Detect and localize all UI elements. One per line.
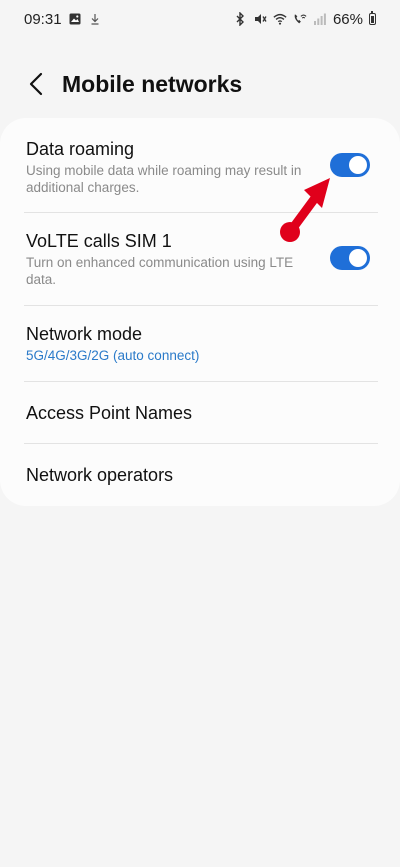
signal-icon [313,12,327,26]
apn-title: Access Point Names [26,403,193,423]
gallery-icon [68,12,82,26]
divider [24,443,378,444]
battery-percent: 66% [332,10,363,28]
divider [24,381,378,382]
data-roaming-subtitle: Using mobile data while roaming may resu… [26,163,302,195]
wifi-icon [273,12,287,26]
network-operators-row[interactable]: Network operators [0,464,400,486]
toggle-knob [349,156,367,174]
apn-row[interactable]: Access Point Names [0,402,400,424]
battery-icon [369,11,376,25]
network-operators-title: Network operators [26,465,174,485]
mute-icon [253,12,267,26]
annotation-arrow-icon [280,178,330,242]
download-icon [88,12,102,26]
status-left: 09:31 [24,11,102,28]
status-right: 66% [233,11,376,28]
settings-card: Data roaming Using mobile data while roa… [0,118,400,506]
back-arrow-icon [29,72,43,96]
wifi-calling-icon [293,12,307,26]
network-mode-row[interactable]: Network mode 5G/4G/3G/2G (auto connect) [0,323,400,364]
page-header: Mobile networks [0,62,400,106]
status-bar: 09:31 66% [0,0,400,38]
network-mode-title: Network mode [26,324,143,344]
bluetooth-icon [233,12,247,26]
divider [24,305,378,306]
back-button[interactable] [14,62,58,106]
status-time: 09:31 [24,10,62,28]
data-roaming-title: Data roaming [26,139,135,159]
volte-subtitle: Turn on enhanced communication using LTE… [26,255,294,287]
network-mode-value: 5G/4G/3G/2G (auto connect) [26,348,200,363]
page-title: Mobile networks [62,70,243,97]
toggle-knob [349,249,367,267]
